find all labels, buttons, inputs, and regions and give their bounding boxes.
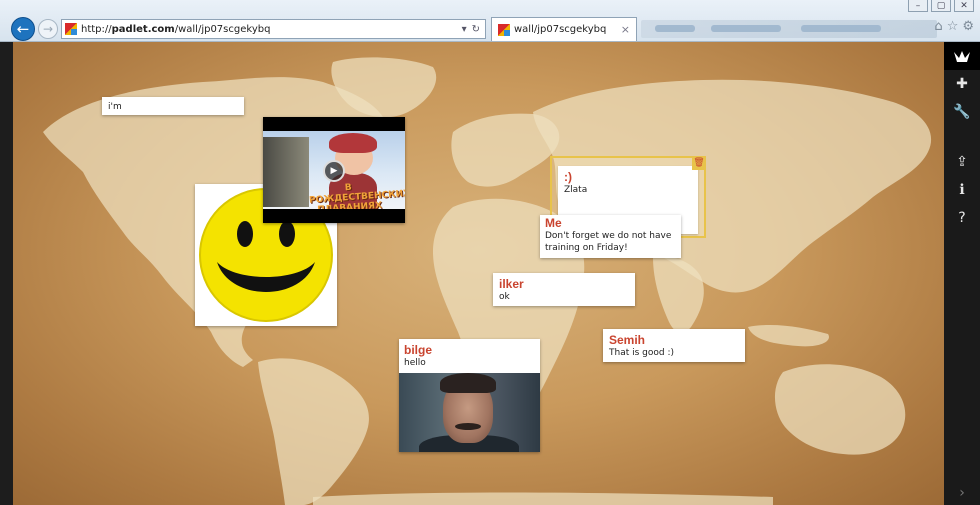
post-body: Don't forget we do not have training on … bbox=[545, 231, 672, 253]
video-scene-character bbox=[329, 133, 377, 153]
maximize-button[interactable]: ▢ bbox=[931, 0, 951, 12]
photo-person bbox=[455, 423, 481, 430]
background-tab[interactable] bbox=[711, 25, 781, 32]
favorites-icon[interactable]: ☆ bbox=[947, 19, 959, 34]
background-tabs[interactable] bbox=[641, 20, 937, 38]
tab-close-icon[interactable]: × bbox=[621, 23, 630, 36]
post-body: hello bbox=[404, 358, 426, 368]
wall-canvas[interactable]: i'm В РОЖДЕСТВЕНСКИХ ПЛАВАНИЯХ ▶:) Zlat… bbox=[13, 42, 944, 505]
address-url: http://padlet.com/wall/jp07scgekybq bbox=[81, 23, 271, 35]
refresh-icon[interactable]: ↻ bbox=[472, 24, 480, 35]
browser-toolbar-icons: ⌂ ☆ ⚙ bbox=[934, 19, 974, 34]
settings-icon[interactable]: ⚙ bbox=[962, 19, 974, 34]
info-button[interactable]: ℹ bbox=[944, 176, 980, 204]
help-button[interactable]: ? bbox=[944, 204, 980, 232]
chevron-right-icon[interactable]: › bbox=[944, 481, 980, 505]
window-controls: – ▢ ✕ bbox=[908, 0, 974, 12]
post-body: ok bbox=[499, 292, 510, 302]
map-australia bbox=[774, 364, 906, 455]
post-ilker[interactable]: ilker ok bbox=[493, 273, 635, 306]
video-scene-truck bbox=[263, 137, 309, 207]
post-bilge[interactable]: bilge hello bbox=[399, 339, 540, 452]
close-window-button[interactable]: ✕ bbox=[954, 0, 974, 12]
post-body: That is good :) bbox=[609, 348, 674, 358]
background-tab[interactable] bbox=[801, 25, 881, 32]
trash-icon[interactable]: 🗑 bbox=[692, 156, 706, 170]
left-gutter bbox=[0, 42, 13, 505]
home-icon[interactable]: ⌂ bbox=[934, 19, 942, 34]
post-author: Semih bbox=[609, 333, 646, 347]
share-button[interactable]: ⇪ bbox=[944, 148, 980, 176]
padlet-toolbar: ✚ 🔧 ⇪ ℹ ? › bbox=[944, 42, 980, 505]
photo-person bbox=[440, 373, 496, 393]
post-me[interactable]: Me Don't forget we do not have training … bbox=[540, 215, 681, 258]
tab-title: wall/jp07scgekybq bbox=[514, 24, 607, 35]
settings-button[interactable]: 🔧 bbox=[944, 98, 980, 126]
post-body[interactable]: Zlata bbox=[564, 185, 692, 195]
video-thumbnail: В РОЖДЕСТВЕНСКИХ ПЛАВАНИЯХ ▶ bbox=[263, 131, 405, 209]
padlet-page: i'm В РОЖДЕСТВЕНСКИХ ПЛАВАНИЯХ ▶:) Zlat… bbox=[0, 42, 980, 505]
background-tab[interactable] bbox=[655, 25, 695, 32]
post-photo bbox=[399, 373, 540, 452]
padlet-favicon-icon bbox=[65, 23, 77, 35]
tab-favicon-icon bbox=[498, 23, 510, 36]
browser-chrome: – ▢ ✕ ← → http://padlet.com/wall/jp07scg… bbox=[0, 0, 980, 42]
back-button[interactable]: ← bbox=[11, 17, 35, 41]
address-dropdown-icon[interactable]: ▾ bbox=[462, 24, 467, 35]
map-south-america bbox=[258, 358, 369, 505]
post-author[interactable]: :) bbox=[564, 170, 692, 184]
address-bar[interactable]: http://padlet.com/wall/jp07scgekybq ▾ ↻ bbox=[61, 19, 486, 39]
post-body: i'm bbox=[108, 102, 122, 112]
map-antarctica bbox=[313, 492, 773, 505]
forward-button[interactable]: → bbox=[38, 19, 58, 39]
post-im[interactable]: i'm bbox=[102, 97, 244, 115]
post-video[interactable]: В РОЖДЕСТВЕНСКИХ ПЛАВАНИЯХ ▶ bbox=[263, 117, 405, 223]
minimize-button[interactable]: – bbox=[908, 0, 928, 12]
padlet-logo-shape bbox=[954, 51, 970, 62]
post-author: Me bbox=[545, 216, 562, 230]
play-icon[interactable]: ▶ bbox=[323, 160, 345, 182]
tab-active[interactable]: wall/jp07scgekybq × bbox=[491, 17, 637, 41]
map-indonesia bbox=[748, 324, 829, 347]
post-author: bilge bbox=[404, 343, 433, 357]
add-post-button[interactable]: ✚ bbox=[944, 70, 980, 98]
post-author: ilker bbox=[499, 277, 524, 291]
post-semih[interactable]: Semih That is good :) bbox=[603, 329, 745, 362]
video-title-overlay: В РОЖДЕСТВЕНСКИХ ПЛАВАНИЯХ bbox=[308, 182, 405, 209]
padlet-logo-icon[interactable] bbox=[944, 42, 980, 70]
